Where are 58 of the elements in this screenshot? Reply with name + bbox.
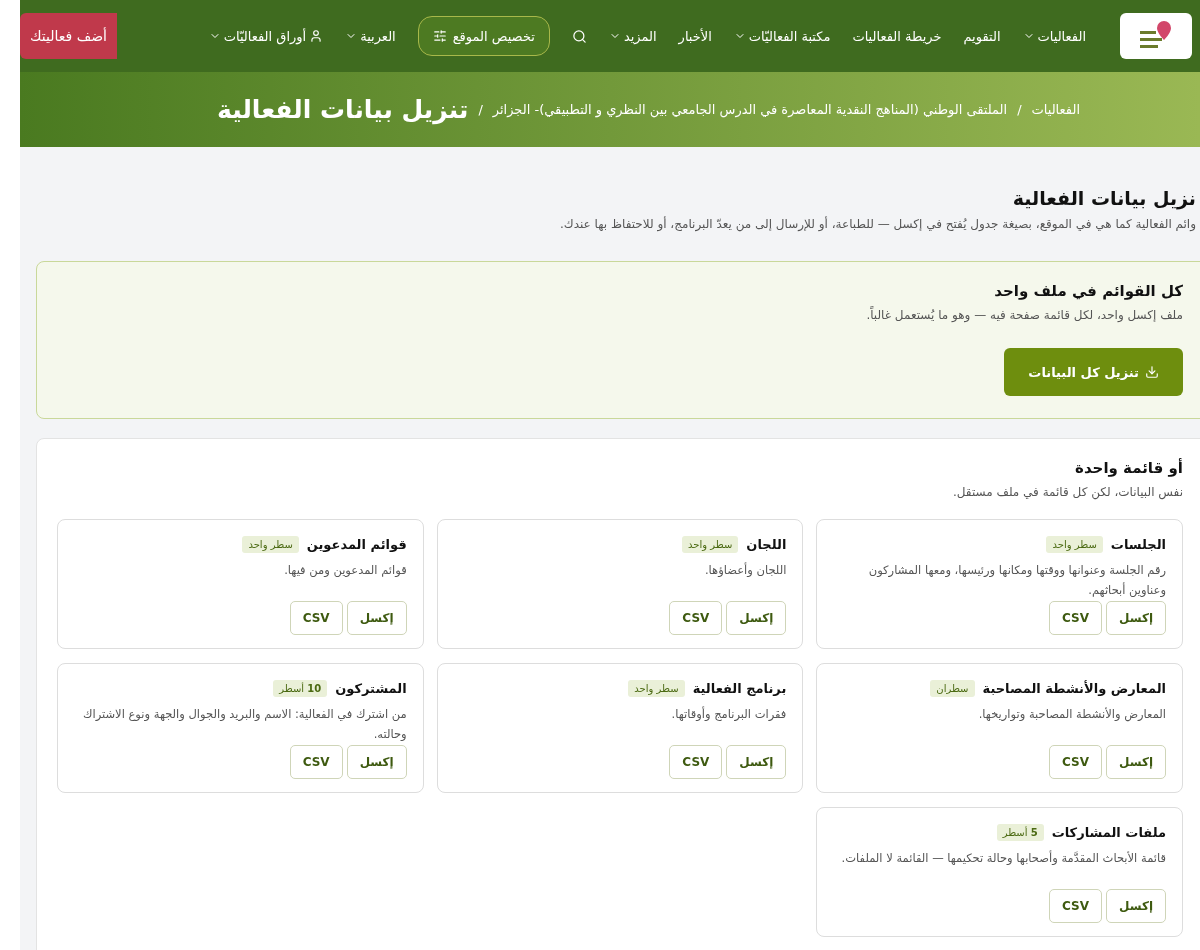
nav-link[interactable]: الأخبار [678,28,712,44]
export-button[interactable]: CSV [1049,745,1102,779]
list-description: المعارض والأنشطة المصاحبة وتواريخها. [977,706,1166,724]
export-button[interactable]: CSV [1049,889,1102,923]
breadcrumb-separator: / [478,102,483,117]
list-title: برنامج الفعالية [692,681,787,696]
export-button[interactable]: إكسل [1106,745,1166,779]
list-title: الجلسات [1110,537,1166,552]
list-description: فقرات البرنامج وأوقاتها. [670,705,787,723]
nav-link[interactable]: خريطة الفعاليات [852,28,942,44]
list-title: اللجان [746,537,787,552]
site-logo[interactable] [1120,13,1192,59]
search-icon[interactable] [571,28,587,44]
export-button[interactable]: CSV [289,601,343,635]
export-button[interactable]: CSV [669,745,723,779]
section-description: وائم الفعالية كما هي في الموقع، بصيغة جدول يُفتح في إكسل — للطباعة، أو للإرسال إلى من يعدّ البرنامج، أو للاحتفاظ بها عندك. [558,217,1196,231]
nav-link[interactable]: التقويم [963,28,1001,44]
sliders-icon [432,29,447,43]
list-description: قائمة الأبحاث المقدَّمة وأصحابها وحالة تحكيمها — القائمة لا الملفات. [840,849,1166,867]
export-button[interactable]: إكسل [1106,601,1166,635]
customize-button[interactable]: تخصيص الموقع [417,16,550,56]
list-description: اللجان وأعضاؤها. [703,561,787,579]
download-all-button[interactable]: تنزيل كل البيانات [1004,348,1183,396]
row-count-badge: سطر واحد [682,536,739,553]
page-title: تنزيل بيانات الفعالية [217,95,469,124]
account-menu[interactable]: أوراق الفعاليّات [208,28,324,44]
download-icon [1145,365,1159,379]
row-count-badge: سطر واحد [1046,536,1103,553]
breadcrumb-separator: / [1017,102,1022,117]
language-menu[interactable]: العربية [345,28,396,44]
row-count-badge: سطران [930,680,975,697]
export-button[interactable]: إكسل [726,745,787,779]
export-button[interactable]: CSV [669,601,723,635]
card-title: أو قائمة واحدة [1074,459,1183,477]
export-button[interactable]: إكسل [346,601,407,635]
export-button[interactable]: CSV [289,745,343,779]
nav-link[interactable]: المزيد [608,28,657,44]
card-description: ملف إكسل واحد، لكل قائمة صفحة فيه — وهو ما يُستعمل غالباً. [865,308,1183,322]
card-description: نفس البيانات، لكن كل قائمة في ملف مستقل. [951,485,1183,499]
export-button[interactable]: إكسل [726,601,787,635]
list-description: قوائم المدعوين ومن فيها. [283,562,407,579]
list-title: المعارض والأنشطة المصاحبة [982,681,1166,696]
user-icon [309,29,324,43]
section-title: نزيل بيانات الفعالية [1011,187,1196,209]
card-title: كل القوائم في ملف واحد [993,282,1183,300]
add-event-button[interactable]: أضف فعاليتك [20,13,117,59]
nav-link[interactable]: الفعاليات [1022,28,1086,44]
row-count-badge: سطر واحد [242,536,299,553]
row-count-badge: سطر واحد [628,680,685,697]
list-title: ملفات المشاركات [1051,825,1166,840]
list-description: من اشترك في الفعالية: الاسم والبريد والجوال والجهة ونوع الاشتراك وحالته. [81,706,407,743]
list-title: قوائم المدعوين [306,537,407,552]
list-description: رقم الجلسة وعنوانها ووقتها ومكانها ورئيسها، ومعها المشاركون وعناوين أبحاثهم. [867,562,1166,599]
export-button[interactable]: CSV [1049,601,1102,635]
export-button[interactable]: إكسل [346,745,407,779]
nav-link[interactable]: مكتبة الفعاليّات [733,28,831,44]
export-button[interactable]: إكسل [1106,889,1166,923]
list-title: المشتركون [335,681,407,696]
